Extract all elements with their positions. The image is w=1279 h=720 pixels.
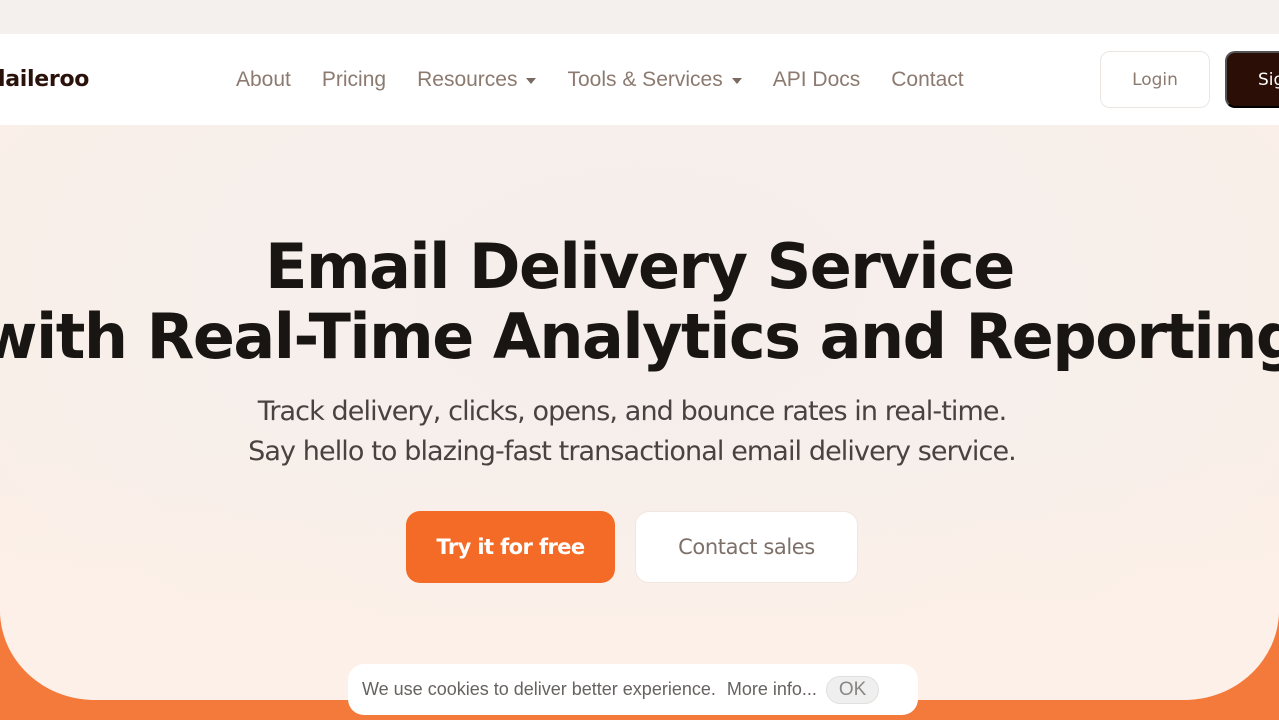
contact-sales-button[interactable]: Contact sales xyxy=(635,511,858,583)
logo[interactable]: laileroo xyxy=(0,34,89,125)
hero-subheadline-line-2: Say hello to blazing-fast transactional … xyxy=(248,436,1017,467)
page: laileroo About Pricing Resources Tools &… xyxy=(0,0,1279,720)
cookie-message: We use cookies to deliver better experie… xyxy=(362,679,716,699)
nav-link-label: About xyxy=(236,67,291,91)
try-for-free-button[interactable]: Try it for free xyxy=(406,511,615,583)
nav-links: About Pricing Resources Tools & Services… xyxy=(236,34,995,125)
cookie-ok-button[interactable]: OK xyxy=(825,675,880,704)
cookie-banner: We use cookies to deliver better experie… xyxy=(348,664,918,715)
hero-subheadline: Track delivery, clicks, opens, and bounc… xyxy=(0,392,1264,472)
nav-link-label: Pricing xyxy=(321,67,387,91)
hero-headline-line-2: with Real-Time Analytics and Reporting xyxy=(0,300,1279,373)
nav-link-pricing[interactable]: Pricing xyxy=(322,68,386,92)
nav-link-about[interactable]: About xyxy=(236,68,291,92)
nav-link-label: Tools & Services xyxy=(567,67,723,91)
nav-link-contact[interactable]: Contact xyxy=(891,68,963,92)
nav-link-label: API Docs xyxy=(772,67,861,91)
navbar: laileroo About Pricing Resources Tools &… xyxy=(0,34,1279,125)
nav-link-label: Contact xyxy=(891,67,964,91)
caret-down-icon xyxy=(526,77,537,84)
nav-link-tools-services[interactable]: Tools & Services xyxy=(567,67,742,92)
nav-link-resources[interactable]: Resources xyxy=(417,67,537,92)
signup-button[interactable]: Sig xyxy=(1225,51,1279,108)
caret-down-icon xyxy=(731,77,742,84)
hero-headline: Email Delivery Service with Real-Time An… xyxy=(0,232,1279,372)
hero-headline-line-1: Email Delivery Service xyxy=(265,230,1015,303)
nav-link-api-docs[interactable]: API Docs xyxy=(773,68,861,92)
login-button[interactable]: Login xyxy=(1100,51,1210,108)
cookie-more-info-link[interactable]: More info... xyxy=(727,679,817,700)
hero-subheadline-line-1: Track delivery, clicks, opens, and bounc… xyxy=(257,396,1007,427)
nav-link-label: Resources xyxy=(417,67,518,91)
